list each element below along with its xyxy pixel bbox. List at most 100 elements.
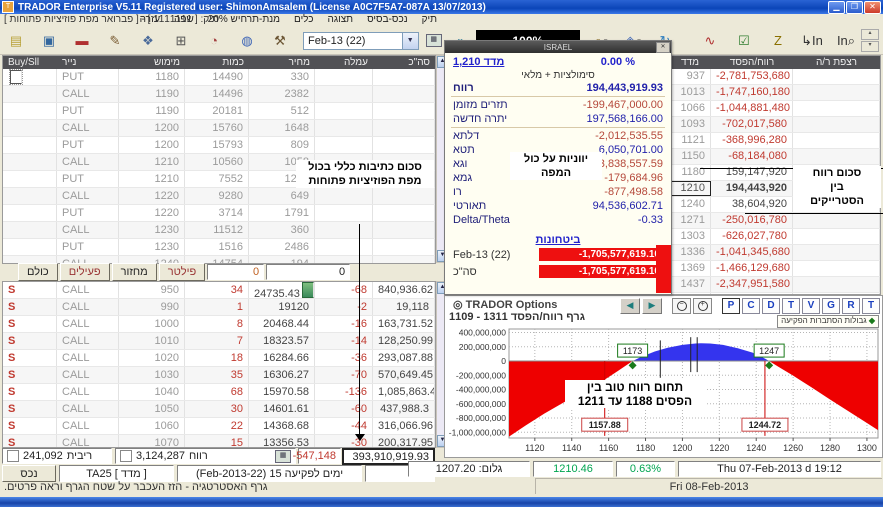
- table-row[interactable]: SCALL990119120-219,118: [3, 299, 435, 316]
- collateral-title[interactable]: ביטחונות: [536, 234, 581, 246]
- table-row[interactable]: SCALL10701513356.53-30200,317.95: [3, 435, 435, 448]
- zoom-out-icon[interactable]: −: [672, 298, 691, 314]
- eraser-button[interactable]: ▬: [70, 30, 94, 52]
- maximize-button[interactable]: ❐: [846, 1, 863, 14]
- interest-label: ריבית: [67, 450, 92, 462]
- pl-cell: -368,996,280: [711, 133, 793, 148]
- table-row[interactable]: PUT118014490330: [3, 69, 435, 86]
- table-row[interactable]: PUT120015793809: [3, 137, 435, 154]
- notes-button[interactable]: ▤: [4, 30, 28, 52]
- chart-button[interactable]: ∿: [698, 30, 722, 52]
- filter-volume-button[interactable]: מחזור: [112, 263, 157, 281]
- table-row[interactable]: 1336-1,041,345,680: [669, 245, 880, 261]
- task-check-button[interactable]: ☑: [732, 30, 756, 52]
- payment-button[interactable]: ◔: [202, 30, 226, 52]
- chart-tab-R[interactable]: R: [842, 298, 860, 314]
- close-icon[interactable]: ✕: [656, 42, 670, 53]
- table-row[interactable]: SCALL10602214368.68-44316,066.96: [3, 418, 435, 435]
- zoom-in-icon[interactable]: +: [693, 298, 712, 314]
- table-row[interactable]: SCALL10201816284.66-36293,087.88: [3, 350, 435, 367]
- close-button[interactable]: ✕: [864, 1, 881, 14]
- table-row[interactable]: 1121-368,996,280: [669, 133, 880, 149]
- chart-tab-P[interactable]: P: [722, 298, 740, 314]
- menu-item-נכס-בסיס[interactable]: נכס-בסיס: [367, 14, 408, 25]
- tools-button[interactable]: ⚒: [268, 30, 292, 52]
- floor-cell: [793, 149, 880, 164]
- calendar-z-button[interactable]: Z: [766, 30, 790, 52]
- svg-text:-200,000,000: -200,000,000: [456, 370, 506, 380]
- profit-checkbox[interactable]: [120, 450, 132, 462]
- globe-button[interactable]: ◍: [235, 30, 259, 52]
- chart-tab-V[interactable]: V: [802, 298, 820, 314]
- table-row[interactable]: 1093-702,017,580: [669, 117, 880, 133]
- table-row[interactable]: PUT122037141791: [3, 205, 435, 222]
- calculator-icon[interactable]: ▦: [275, 450, 291, 463]
- table-row[interactable]: SCALL9503424735.43-68840,936.62: [3, 282, 435, 299]
- filter-all-button[interactable]: כולם: [18, 263, 58, 281]
- expiry-dropdown[interactable]: Feb-13 (22) ▼: [303, 32, 419, 50]
- menu-item-תיק[interactable]: תיק: [422, 14, 437, 25]
- table-row[interactable]: CALL123011512360: [3, 222, 435, 239]
- table-row[interactable]: SCALL10503014601.61-60437,988.3: [3, 401, 435, 418]
- cell: [373, 103, 435, 119]
- table-row[interactable]: 937-2,781,753,680: [669, 69, 880, 85]
- spin-down-icon[interactable]: ▾: [861, 41, 879, 52]
- chart-tab-T[interactable]: T: [782, 298, 800, 314]
- pencil-button[interactable]: ✎: [103, 30, 127, 52]
- calculator-button[interactable]: ⊞: [169, 30, 193, 52]
- table-row[interactable]: 1369-1,466,129,680: [669, 261, 880, 277]
- filter-active-button[interactable]: פעילים: [60, 263, 110, 281]
- asset-button[interactable]: נכס: [2, 465, 56, 482]
- spin-up-icon[interactable]: ▴: [861, 29, 879, 40]
- interest-checkbox[interactable]: [7, 450, 19, 462]
- index-cell: 1066: [669, 101, 711, 116]
- profit-field[interactable]: 3,124,287 רווח ▦: [115, 448, 296, 464]
- table-row[interactable]: 1437-2,347,951,580: [669, 277, 880, 293]
- menu-item-תצוגה[interactable]: תצוגה: [328, 14, 354, 25]
- chevron-down-icon[interactable]: ▼: [402, 33, 418, 49]
- login-button[interactable]: ↳In: [800, 30, 824, 52]
- table-row[interactable]: 1150-68,184,080: [669, 149, 880, 165]
- interest-field[interactable]: 241,092 ריבית: [2, 448, 112, 464]
- cell: 1210: [119, 154, 185, 170]
- filter-value-1[interactable]: 0: [207, 264, 264, 280]
- table-row[interactable]: 1303-626,027,780: [669, 229, 880, 245]
- table-row[interactable]: CALL1190144962382: [3, 86, 435, 103]
- toolbar-spinner[interactable]: ▴ ▾: [861, 29, 879, 52]
- chart-tab-T[interactable]: T: [862, 298, 880, 314]
- table-row[interactable]: 1271-250,016,780: [669, 213, 880, 229]
- pan-right-icon[interactable]: ▶: [642, 298, 662, 314]
- table-row[interactable]: SCALL10303516306.27-70570,649.45: [3, 367, 435, 384]
- cell: 14368.68: [249, 418, 315, 434]
- table-row[interactable]: SCALL1010718323.57-14128,250.99: [3, 333, 435, 350]
- table-row[interactable]: 1066-1,044,881,480: [669, 101, 880, 117]
- popup-titlebar[interactable]: ISRAEL ✕: [445, 41, 671, 53]
- filter-filter-button[interactable]: פילטר: [159, 263, 205, 281]
- printer-button[interactable]: ❖: [136, 30, 160, 52]
- index-name-field[interactable]: TA25 [ מדד ]: [59, 465, 174, 482]
- chart-tab-D[interactable]: D: [762, 298, 780, 314]
- chart-tab-G[interactable]: G: [822, 298, 840, 314]
- minimize-button[interactable]: ▁: [828, 1, 845, 14]
- table-row[interactable]: PUT119020181512: [3, 103, 435, 120]
- chart-tab-C[interactable]: C: [742, 298, 760, 314]
- pan-left-icon[interactable]: ◀: [620, 298, 640, 314]
- menu-item-כלים[interactable]: כלים: [294, 14, 314, 25]
- monitor-icon: ▣: [43, 33, 55, 49]
- svg-text:1160: 1160: [599, 443, 618, 453]
- popup-index-link[interactable]: מדד 1,210: [453, 56, 504, 68]
- mini-calc-button[interactable]: ▦: [422, 30, 446, 52]
- table-row[interactable]: CALL1200157601648: [3, 120, 435, 137]
- greek-label: תאורטי: [453, 200, 486, 212]
- focused-cell[interactable]: [10, 70, 22, 84]
- search-in-button[interactable]: In⌕: [834, 30, 858, 52]
- search-in-icon: In⌕: [837, 33, 855, 49]
- monitor-button[interactable]: ▣: [37, 30, 61, 52]
- cell: PUT: [57, 103, 119, 119]
- table-row[interactable]: SCALL1000820468.44-16163,731.52: [3, 316, 435, 333]
- table-row[interactable]: SCALL10406815970.58-1361,085,863.44: [3, 384, 435, 401]
- table-row[interactable]: 1013-1,747,160,180: [669, 85, 880, 101]
- filter-value-2[interactable]: 0: [266, 264, 350, 280]
- table-row[interactable]: CALL12209280649: [3, 188, 435, 205]
- table-row[interactable]: PUT123015162486: [3, 239, 435, 256]
